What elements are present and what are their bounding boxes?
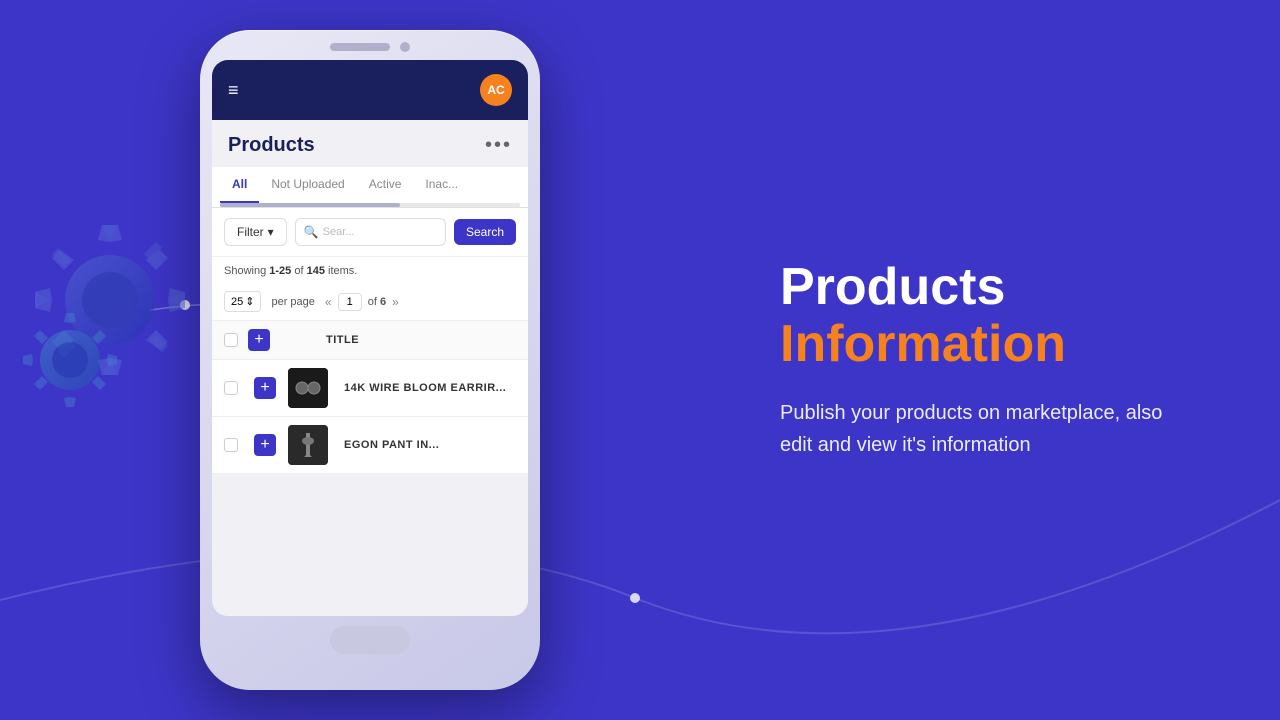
tabs-scroll-thumb	[220, 203, 400, 207]
product-1-thumbnail	[288, 368, 328, 408]
right-description: Publish your products on marketplace, al…	[780, 397, 1200, 461]
title-column-header: TITLE	[326, 334, 516, 346]
tabs-scrollbar	[220, 203, 520, 207]
phone-camera	[400, 42, 410, 52]
pagination-row: 25 ⇕ per page « 1 of 6 »	[212, 285, 528, 321]
table-row: + Egon Pant in...	[212, 417, 528, 474]
product-2-add-button[interactable]: +	[254, 434, 276, 456]
app-content: Products ••• All Not Uploaded Active Ina…	[212, 120, 528, 616]
products-header: Products •••	[212, 120, 528, 167]
per-page-select[interactable]: 25 ⇕	[224, 291, 261, 312]
tabs-container: All Not Uploaded Active Inac...	[212, 167, 528, 208]
tab-active[interactable]: Active	[357, 167, 414, 203]
product-1-add-button[interactable]: +	[254, 377, 276, 399]
search-icon: 🔍	[304, 225, 319, 239]
tab-all[interactable]: All	[220, 167, 259, 203]
select-all-checkbox[interactable]	[224, 333, 238, 347]
tab-inactive[interactable]: Inac...	[413, 167, 470, 203]
right-heading: Products Information	[780, 259, 1200, 373]
product-2-checkbox[interactable]	[224, 438, 238, 452]
hamburger-icon[interactable]: ≡	[228, 81, 239, 99]
showing-total: 145	[307, 265, 325, 277]
table-header-row: + TITLE	[212, 321, 528, 360]
product-2-name: Egon Pant in...	[344, 439, 516, 451]
filter-label: Filter	[237, 225, 264, 239]
filter-button[interactable]: Filter ▾	[224, 218, 287, 246]
filter-chevron-icon: ▾	[268, 225, 274, 239]
phone-screen: ≡ AC Products ••• All Not Uploaded Activ…	[212, 60, 528, 616]
showing-text: Showing	[224, 265, 266, 277]
page-title: Products	[228, 134, 315, 157]
next-page-button[interactable]: »	[392, 295, 399, 309]
product-1-name: 14k Wire Bloom Earrir...	[344, 382, 516, 394]
per-page-value: 25	[231, 296, 243, 308]
add-product-button[interactable]: +	[248, 329, 270, 351]
per-page-stepper-icon: ⇕	[245, 295, 254, 308]
app-header: ≡ AC	[212, 60, 528, 120]
filter-row: Filter ▾ 🔍 Sear... Search	[212, 208, 528, 256]
showing-items: items.	[328, 265, 357, 277]
more-options-icon[interactable]: •••	[485, 134, 512, 157]
search-button[interactable]: Search	[454, 219, 516, 245]
heading-line2: Information	[780, 315, 1066, 373]
search-input-wrapper: 🔍 Sear...	[295, 218, 446, 246]
product-1-checkbox[interactable]	[224, 381, 238, 395]
showing-info: Showing 1-25 of 145 items.	[212, 256, 528, 285]
total-pages-label: of 6	[368, 296, 386, 308]
search-input[interactable]: Sear...	[323, 226, 355, 238]
right-content-panel: Products Information Publish your produc…	[780, 259, 1200, 461]
gear-decoration	[30, 220, 190, 385]
table-row: + 14k Wire Bloom Earrir...	[212, 360, 528, 417]
showing-range: 1-25	[269, 265, 291, 277]
per-page-label: per page	[271, 296, 314, 308]
showing-of: of	[294, 265, 303, 277]
avatar[interactable]: AC	[480, 74, 512, 106]
tabs-row: All Not Uploaded Active Inac...	[212, 167, 528, 203]
current-page[interactable]: 1	[338, 293, 362, 311]
heading-line1: Products	[780, 258, 1005, 316]
product-2-thumbnail	[288, 425, 328, 465]
tab-not-uploaded[interactable]: Not Uploaded	[259, 167, 356, 203]
products-table: + TITLE +	[212, 321, 528, 474]
phone-speaker	[330, 43, 390, 51]
phone-mockup: ≡ AC Products ••• All Not Uploaded Activ…	[200, 30, 540, 690]
phone-home-button[interactable]	[330, 626, 410, 654]
prev-page-button[interactable]: «	[325, 295, 332, 309]
